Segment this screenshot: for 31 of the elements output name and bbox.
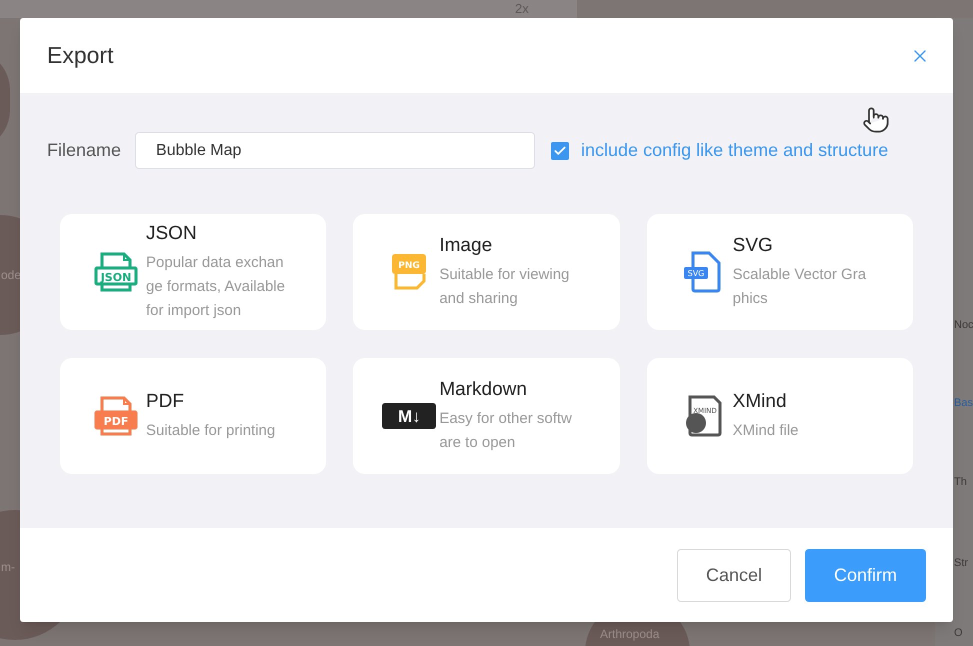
format-title: JSON (146, 222, 198, 246)
format-description: Scalable Vector Gra phics (732, 265, 868, 309)
format-card[interactable]: M↓ Markdown Easy for other softw are to open (353, 358, 620, 474)
panel-label: Bas (954, 396, 973, 410)
format-card[interactable]: JSON JSON Popular data exchan ge formats, Available for import json (60, 214, 326, 330)
hand-cursor-icon (862, 106, 890, 134)
format-title: XMind (732, 390, 788, 414)
format-description: Suitable for printing (146, 421, 276, 441)
checkbox-label: include config like theme and structure (581, 139, 888, 162)
format-title: PDF (146, 390, 185, 414)
format-description: XMind file (732, 421, 800, 441)
format-title: Markdown (439, 378, 528, 402)
format-card[interactable]: PNG Image Suitable for viewing and sharing (353, 214, 620, 330)
filename-field[interactable]: Bubble Map (135, 132, 536, 169)
format-card[interactable]: SVG SVG Scalable Vector Gra phics (646, 214, 913, 330)
format-card[interactable]: PDF PDF Suitable for printing (60, 358, 326, 474)
format-description: Suitable for viewing and sharing (439, 265, 570, 309)
dialog-title: Export (47, 41, 114, 70)
format-title: Image (439, 234, 494, 258)
panel-label: Noc (954, 318, 973, 332)
format-title: SVG (732, 234, 774, 258)
panel-label: Th (954, 475, 967, 489)
cancel-button[interactable]: Cancel (677, 548, 791, 602)
filename-label: Filename (47, 139, 122, 162)
checkbox[interactable] (551, 142, 570, 160)
check-icon (553, 144, 568, 158)
markdown-icon: M↓ (382, 403, 436, 429)
format-description: Popular data exchan ge formats, Available for import json (146, 253, 286, 321)
panel-label: Str (954, 556, 968, 570)
format-description: Easy for other softw are to open (439, 409, 573, 453)
panel-label: O (954, 626, 963, 640)
